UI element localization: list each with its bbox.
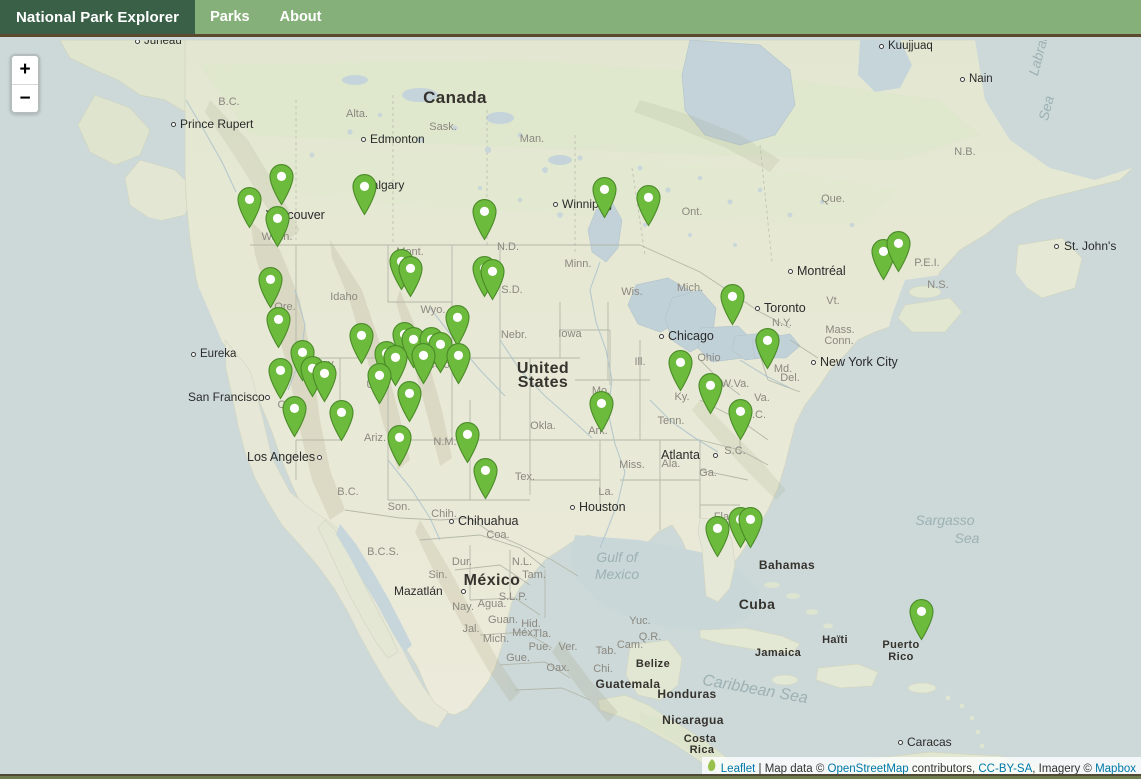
map-tiles <box>0 40 1141 779</box>
park-marker-39[interactable] <box>720 284 745 326</box>
park-marker-13[interactable] <box>266 307 291 349</box>
park-marker-28[interactable] <box>367 363 392 405</box>
park-marker-6[interactable] <box>592 177 617 219</box>
park-marker-36[interactable] <box>668 350 693 392</box>
park-marker-1[interactable] <box>269 164 294 206</box>
zoom-in-button[interactable]: + <box>12 56 38 84</box>
park-marker-32[interactable] <box>387 425 412 467</box>
park-marker-25[interactable] <box>268 358 293 400</box>
park-marker-42[interactable] <box>886 231 911 273</box>
park-marker-12[interactable] <box>258 267 283 309</box>
park-marker-37[interactable] <box>698 373 723 415</box>
park-marker-23[interactable] <box>411 343 436 385</box>
park-marker-11[interactable] <box>480 259 505 301</box>
nav-link-parks[interactable]: Parks <box>195 0 265 34</box>
park-marker-43[interactable] <box>705 516 730 558</box>
park-marker-5[interactable] <box>472 199 497 241</box>
park-marker-33[interactable] <box>455 422 480 464</box>
park-marker-2[interactable] <box>237 187 262 229</box>
park-marker-30[interactable] <box>282 396 307 438</box>
brand-label: National Park Explorer <box>16 8 180 26</box>
park-marker-27[interactable] <box>312 361 337 403</box>
park-marker-46[interactable] <box>909 599 934 641</box>
zoom-out-button[interactable]: − <box>12 84 38 112</box>
park-marker-9[interactable] <box>398 256 423 298</box>
park-marker-31[interactable] <box>329 400 354 442</box>
park-marker-38[interactable] <box>728 399 753 441</box>
park-marker-45[interactable] <box>738 507 763 549</box>
nav-link-about[interactable]: About <box>265 0 337 34</box>
park-marker-15[interactable] <box>349 323 374 365</box>
nav-link-about-label: About <box>279 9 322 25</box>
park-marker-34[interactable] <box>473 458 498 500</box>
map-container[interactable]: Canada United States México Cuba Bahamas Guate… <box>0 40 1141 779</box>
park-marker-4[interactable] <box>352 174 377 216</box>
park-marker-24[interactable] <box>446 343 471 385</box>
park-marker-40[interactable] <box>755 328 780 370</box>
navbar: National Park Explorer Parks About <box>0 0 1141 37</box>
park-marker-7[interactable] <box>636 185 661 227</box>
bottom-strip <box>0 774 1141 779</box>
nav-link-parks-label: Parks <box>210 9 250 25</box>
park-marker-29[interactable] <box>397 381 422 423</box>
park-marker-3[interactable] <box>265 206 290 248</box>
brand-link[interactable]: National Park Explorer <box>0 0 196 34</box>
zoom-control: + − <box>10 54 40 114</box>
park-marker-35[interactable] <box>589 391 614 433</box>
